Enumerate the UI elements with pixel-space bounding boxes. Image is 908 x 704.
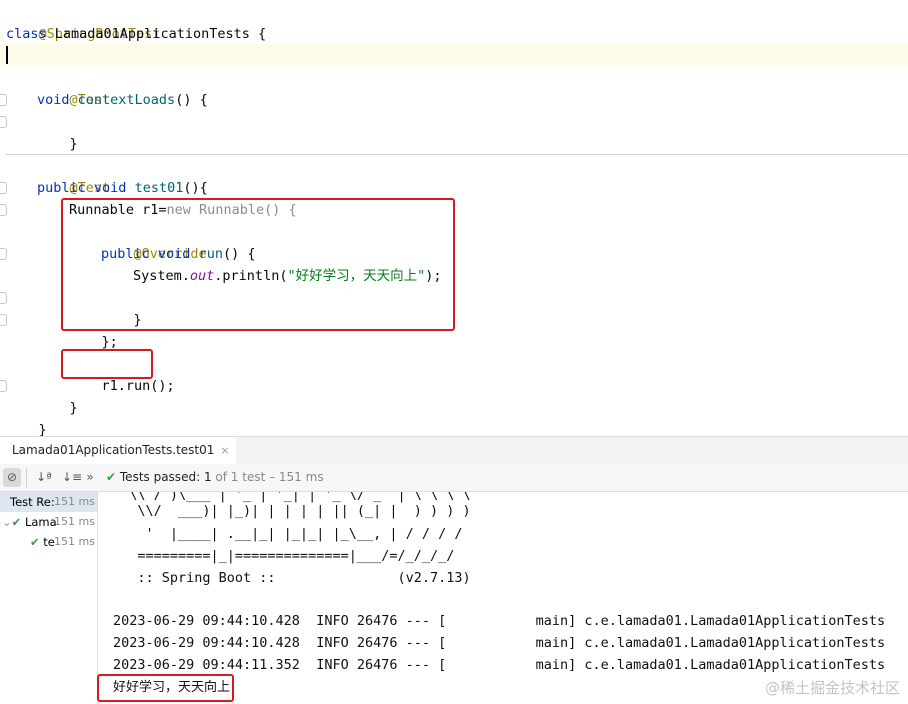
- tab-run-config[interactable]: Lamada01ApplicationTests.test01 ×: [0, 437, 236, 466]
- highlight-box-output: [97, 674, 234, 702]
- method-name: contextLoads: [77, 92, 176, 108]
- void-keyword: void: [93, 180, 127, 196]
- check-icon: ✔: [30, 535, 40, 549]
- passed-count: 1: [203, 470, 212, 484]
- method-name: test01: [134, 180, 184, 196]
- fold-icon[interactable]: [0, 380, 7, 392]
- tree-item-time: 151 ms: [54, 515, 95, 528]
- more-icon[interactable]: »: [84, 468, 96, 487]
- code-line-6: }: [37, 111, 78, 152]
- highlight-box-r1-run: [61, 349, 153, 379]
- test-status: ✔ Tests passed: 1 of 1 test – 151 ms: [106, 464, 324, 491]
- r1-run-call: r1.run();: [101, 378, 175, 394]
- brace: }: [69, 136, 78, 152]
- tree-item-label: Test Re:: [10, 495, 55, 509]
- tree-item-class[interactable]: ⌄✔ Lama 151 ms: [0, 512, 97, 532]
- close-icon[interactable]: ×: [220, 444, 229, 457]
- void-keyword: void: [37, 92, 70, 108]
- tests-passed-label: Tests passed:: [119, 470, 201, 484]
- stop-icon[interactable]: ⊘: [3, 468, 21, 487]
- toolbar-divider: [26, 468, 31, 487]
- tree-item-time: 151 ms: [54, 535, 95, 548]
- code-line-9: @Test: [37, 155, 111, 196]
- tree-item-label: Lama: [24, 515, 57, 529]
- watermark: @稀土掘金技术社区: [764, 679, 900, 697]
- code-line-1: @SpringBootTest: [6, 1, 161, 42]
- code-editor[interactable]: @SpringBootTest class Lamada01Applicatio…: [0, 0, 908, 438]
- fold-icon[interactable]: [0, 204, 7, 216]
- test-results-tree: Test Re: 151 ms ⌄✔ Lama 151 ms ✔ te 151 …: [0, 492, 98, 704]
- run-toolbar: ⊘ ↓ª ↓≡ » ✔ Tests passed: 1 of 1 test – …: [0, 464, 908, 492]
- sort-alphabetically-icon[interactable]: ↓ª: [36, 468, 52, 487]
- highlight-box-runnable: [61, 198, 455, 331]
- method-separator: [6, 154, 908, 155]
- fold-icon[interactable]: [0, 292, 7, 304]
- class-keyword: class: [6, 26, 47, 42]
- method-params: (){: [183, 180, 208, 196]
- fold-icon[interactable]: [0, 182, 7, 194]
- current-line-highlight: [0, 44, 908, 66]
- banner-line: ' |____| .__|_| |_|_| |_\__, | / / / /: [113, 526, 463, 542]
- code-line-4: @Test: [37, 67, 111, 108]
- code-line-10: public void test01(){: [37, 177, 208, 199]
- banner-line: \\/ ___)| |_)| | | | | || (_| | ) ) ) ): [113, 503, 471, 519]
- brace: };: [101, 334, 118, 350]
- test-summary: of 1 test – 151 ms: [215, 470, 324, 484]
- code-line-2: class Lamada01ApplicationTests {: [6, 23, 266, 45]
- public-keyword: public: [37, 180, 86, 196]
- log-line: 2023-06-29 09:44:10.428 INFO 26476 --- […: [113, 613, 886, 629]
- console-output[interactable]: \\ / )\___ | '_ | '_| | '_ \/ _` | \ \ \…: [98, 492, 908, 704]
- check-icon: ✔: [106, 470, 117, 484]
- fold-icon[interactable]: [0, 314, 7, 326]
- method-params: () {: [175, 92, 208, 108]
- code-line-20: }: [6, 397, 47, 438]
- banner-line: =========|_|==============|___/=/_/_/_/: [113, 548, 455, 564]
- sort-by-duration-icon[interactable]: ↓≡: [62, 468, 82, 487]
- banner-line: :: Spring Boot :: (v2.7.13): [113, 570, 471, 586]
- run-tab-bar: Lamada01ApplicationTests.test01 ×: [0, 436, 908, 466]
- fold-icon[interactable]: [0, 248, 7, 260]
- tree-item-time: 151 ms: [54, 495, 95, 508]
- check-icon: ✔: [11, 515, 22, 529]
- class-declaration: Lamada01ApplicationTests {: [54, 26, 267, 42]
- fold-icon[interactable]: [0, 116, 7, 128]
- code-line-5: void contextLoads() {: [37, 89, 208, 111]
- tree-item-method[interactable]: ✔ te 151 ms: [0, 532, 97, 552]
- tree-item-root[interactable]: Test Re: 151 ms: [0, 492, 97, 512]
- expand-arrow-icon[interactable]: ⌄: [0, 515, 12, 529]
- tab-label: Lamada01ApplicationTests.test01: [12, 443, 215, 457]
- brace: }: [69, 400, 78, 416]
- log-line: 2023-06-29 09:44:10.428 INFO 26476 --- […: [113, 635, 886, 651]
- log-line: 2023-06-29 09:44:11.352 INFO 26476 --- […: [113, 657, 886, 673]
- fold-icon[interactable]: [0, 94, 7, 106]
